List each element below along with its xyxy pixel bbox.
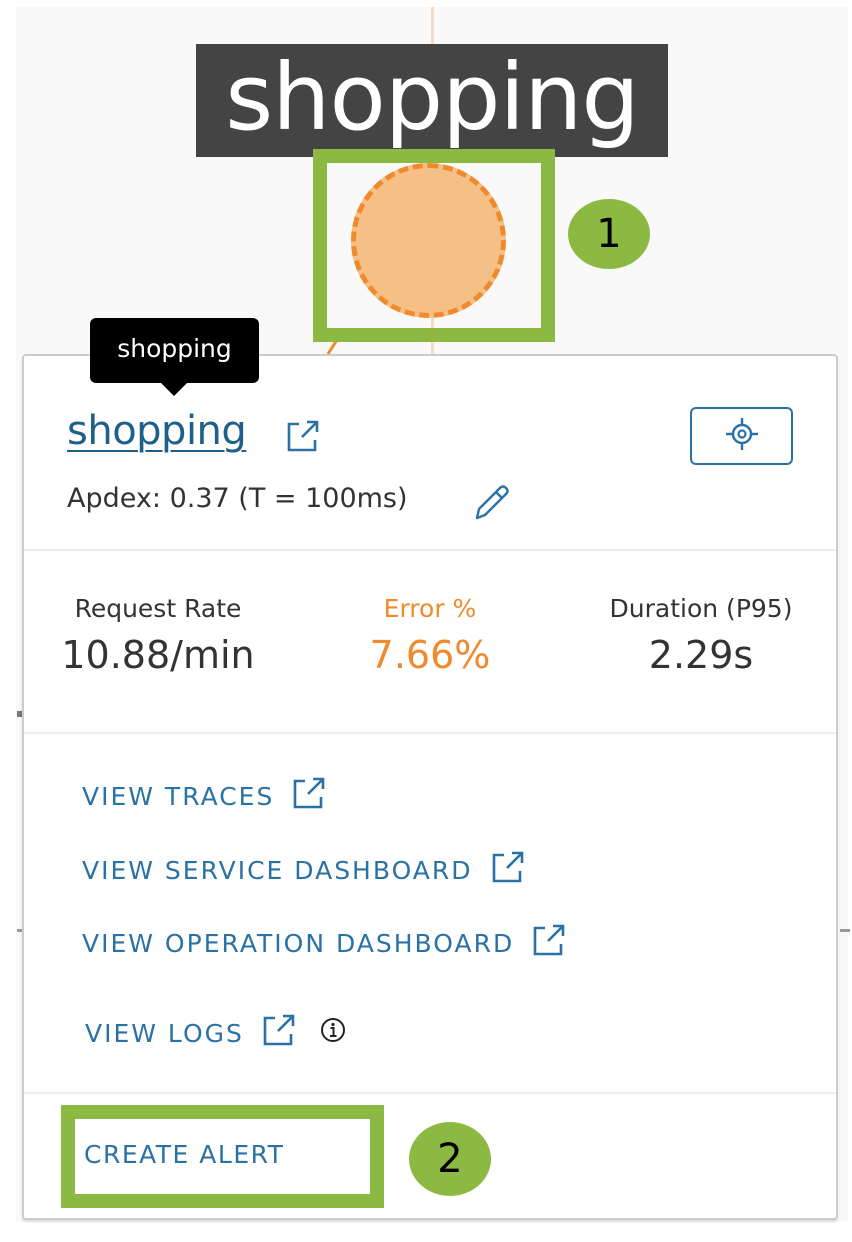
metric-value: 10.88/min [61,633,255,677]
view-logs-row: VIEW LOGS [85,1013,346,1053]
metric-label: Duration (P95) [609,594,793,623]
view-traces-link[interactable]: VIEW TRACES [82,776,326,816]
crosshair-icon [724,416,760,457]
locate-node-button[interactable] [690,407,793,465]
metric-request-rate: Request Rate 10.88/min [28,594,288,677]
metric-label: Error % [383,594,477,623]
external-link-icon [532,923,566,963]
graph-edge-stub [840,929,850,932]
apdex-readout: Apdex: 0.37 (T = 100ms) [67,483,408,514]
pencil-icon[interactable] [473,484,511,525]
external-link-icon[interactable] [286,419,320,453]
tooltip: shopping [90,318,259,396]
external-link-icon [491,850,525,890]
divider [24,1092,836,1094]
action-label: VIEW TRACES [82,781,275,811]
view-service-dashboard-link[interactable]: VIEW SERVICE DASHBOARD [82,850,525,890]
metric-duration-p95: Duration (P95) 2.29s [571,594,831,677]
metric-label: Request Rate [74,594,242,623]
callout-2: 2 [409,1122,491,1196]
graph-edge [431,7,434,47]
service-name-link[interactable]: shopping [67,408,247,454]
divider [24,549,836,551]
metric-value: 2.29s [648,633,754,677]
metric-value: 7.66% [369,633,491,677]
action-label: VIEW SERVICE DASHBOARD [82,855,473,885]
apdex-threshold: (T = 100ms) [238,483,408,514]
node-label: shopping [196,44,668,157]
apdex-value: 0.37 [169,483,230,514]
view-logs-link[interactable]: VIEW LOGS [85,1019,244,1048]
action-label: VIEW OPERATION DASHBOARD [82,928,515,958]
callout-1: 1 [568,199,650,269]
info-icon[interactable] [320,1017,346,1049]
external-link-icon[interactable] [262,1013,296,1053]
external-link-icon [292,776,326,816]
apdex-label: Apdex: [67,483,161,514]
view-operation-dashboard-link[interactable]: VIEW OPERATION DASHBOARD [82,923,566,963]
metric-error-percent: Error % 7.66% [300,594,560,677]
highlight-box-service-node [313,149,555,342]
highlight-box-create-alert [61,1105,384,1208]
divider [24,732,836,734]
